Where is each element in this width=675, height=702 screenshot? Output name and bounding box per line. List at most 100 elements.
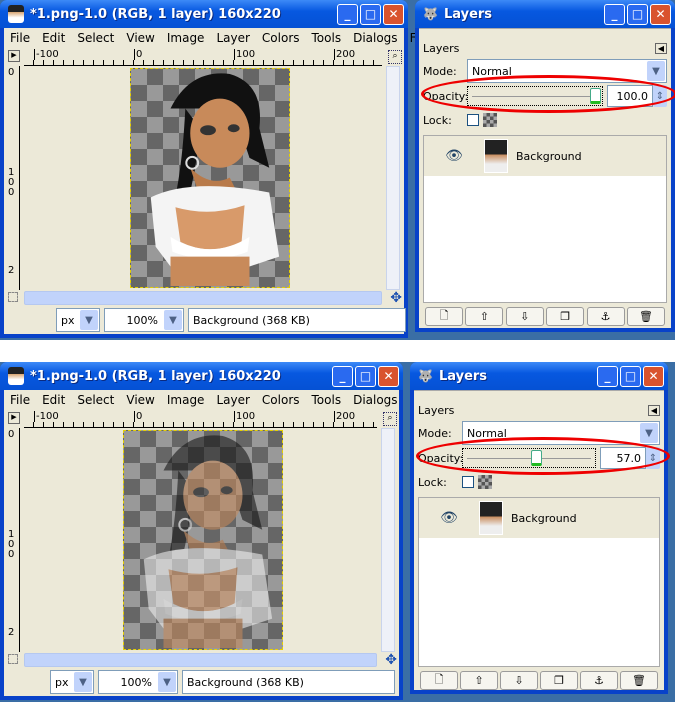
mode-select[interactable]: Normal ▼ (467, 59, 667, 83)
maximize-button[interactable]: □ (627, 3, 648, 25)
menu-dialogs[interactable]: Dialogs (347, 393, 403, 407)
new-layer-button[interactable]: 🗋 (425, 307, 463, 326)
unit-value: px (61, 313, 75, 327)
layer-row[interactable]: 👁 Background (419, 498, 659, 538)
menu-view[interactable]: View (120, 393, 160, 407)
lock-label: Lock: (418, 475, 447, 489)
opacity-input[interactable]: 57.0 (600, 447, 646, 469)
lower-layer-button[interactable]: ⇩ (505, 307, 544, 326)
navigate-icon[interactable]: ✥ (390, 290, 402, 306)
delete-button[interactable]: 🗑 (626, 307, 665, 326)
duplicate-layer-button[interactable]: ❐ (546, 307, 585, 326)
horizontal-scrollbar[interactable] (24, 291, 382, 305)
menu-select[interactable]: Select (71, 393, 120, 407)
zoom-to-fit-icon[interactable]: ⌕ (383, 412, 397, 426)
raise-layer-button[interactable]: ⇧ (460, 671, 498, 690)
menu-edit[interactable]: Edit (36, 393, 71, 407)
delete-button[interactable]: 🗑 (620, 671, 658, 690)
menu-image[interactable]: Image (161, 393, 211, 407)
zoom-value: 100% (120, 675, 152, 689)
duplicate-layer-button[interactable]: ❐ (540, 671, 578, 690)
opacity-slider[interactable] (467, 86, 603, 106)
minimize-button[interactable]: _ (604, 3, 625, 25)
menu-dialogs[interactable]: Dialogs (347, 31, 403, 45)
menu-view[interactable]: View (120, 31, 160, 45)
spin-arrows-icon[interactable]: ⇕ (646, 447, 660, 469)
menu-edit[interactable]: Edit (36, 31, 71, 45)
menu-layer[interactable]: Layer (210, 393, 255, 407)
maximize-button[interactable]: □ (360, 3, 381, 25)
menu-colors[interactable]: Colors (256, 393, 306, 407)
close-button[interactable]: ✕ (650, 3, 671, 25)
raise-layer-icon: ⇧ (474, 674, 484, 687)
mode-label: Mode: (423, 64, 457, 78)
gimp-logo-icon: 🐺 (423, 7, 438, 21)
lock-alpha-icon[interactable] (483, 113, 497, 127)
menu-file[interactable]: File (4, 31, 36, 45)
unit-select[interactable]: px ▼ (56, 308, 100, 332)
image-canvas[interactable] (22, 428, 381, 652)
panel-menu-icon[interactable]: ◀ (654, 42, 667, 54)
opacity-slider[interactable] (462, 448, 596, 468)
lock-pixels-checkbox[interactable] (467, 114, 479, 126)
vertical-scrollbar[interactable] (386, 66, 400, 290)
eye-icon[interactable]: 👁 (424, 148, 484, 164)
quickmask-toggle-icon[interactable]: ▶ (8, 50, 20, 62)
minimize-button[interactable]: _ (337, 3, 358, 25)
opacity-slider-handle[interactable] (531, 450, 543, 466)
quickmask-toggle-icon[interactable]: ▶ (8, 412, 20, 424)
status-bar: px ▼ 100% ▼ Background (368 KB) (50, 670, 395, 694)
image-title-bar[interactable]: *1.png-1.0 (RGB, 1 layer) 160x220 _ □ ✕ (0, 362, 403, 390)
menu-layer[interactable]: Layer (210, 31, 255, 45)
lock-label: Lock: (423, 113, 452, 127)
unit-select[interactable]: px ▼ (50, 670, 94, 694)
vruler-label: 2 (8, 627, 15, 638)
image-title-bar[interactable]: *1.png-1.0 (RGB, 1 layer) 160x220 _ □ ✕ (0, 0, 408, 28)
close-button[interactable]: ✕ (378, 365, 399, 387)
menu-colors[interactable]: Colors (256, 31, 306, 45)
layer-row[interactable]: 👁 Background (424, 136, 666, 176)
opacity-input[interactable]: 100.0 (607, 85, 653, 107)
anchor-button[interactable]: ⚓ (580, 671, 618, 690)
zoom-select[interactable]: 100% ▼ (98, 670, 178, 694)
eye-icon[interactable]: 👁 (419, 510, 479, 526)
panel-menu-icon[interactable]: ◀ (647, 404, 660, 416)
menu-image[interactable]: Image (161, 31, 211, 45)
menu-select[interactable]: Select (71, 31, 120, 45)
status-bar: px ▼ 100% ▼ Background (368 KB) (56, 308, 406, 332)
unit-value: px (55, 675, 69, 689)
delete-icon: 🗑 (638, 310, 653, 323)
image-layer (130, 68, 290, 288)
opacity-slider-handle[interactable] (590, 88, 601, 104)
maximize-button[interactable]: □ (620, 365, 641, 387)
menu-tools[interactable]: Tools (306, 393, 348, 407)
close-button[interactable]: ✕ (643, 365, 664, 387)
zoom-to-fit-icon[interactable]: ⌕ (388, 50, 402, 64)
chevron-down-icon: ▼ (640, 423, 658, 443)
maximize-button[interactable]: □ (355, 365, 376, 387)
lower-layer-button[interactable]: ⇩ (500, 671, 538, 690)
navigate-icon[interactable]: ✥ (385, 652, 397, 668)
layers-title-bar[interactable]: 🐺 Layers _ □ ✕ (410, 362, 668, 390)
spin-arrows-icon[interactable]: ⇕ (653, 85, 667, 107)
menu-file[interactable]: File (4, 393, 36, 407)
lock-pixels-checkbox[interactable] (462, 476, 474, 488)
opacity-label: Opacity: (418, 451, 464, 465)
anchor-button[interactable]: ⚓ (586, 307, 625, 326)
vertical-scrollbar[interactable] (381, 428, 395, 652)
minimize-button[interactable]: _ (332, 365, 353, 387)
window-title: *1.png-1.0 (RGB, 1 layer) 160x220 (30, 368, 281, 384)
close-button[interactable]: ✕ (383, 3, 404, 25)
new-layer-button[interactable]: 🗋 (420, 671, 458, 690)
anchor-icon: ⚓ (600, 310, 611, 323)
raise-layer-button[interactable]: ⇧ (465, 307, 504, 326)
status-text: Background (368 KB) (188, 308, 406, 332)
layers-title-bar[interactable]: 🐺 Layers _ □ ✕ (415, 0, 675, 28)
horizontal-scrollbar[interactable] (24, 653, 377, 667)
menu-tools[interactable]: Tools (306, 31, 348, 45)
minimize-button[interactable]: _ (597, 365, 618, 387)
zoom-select[interactable]: 100% ▼ (104, 308, 184, 332)
lock-alpha-icon[interactable] (478, 475, 492, 489)
mode-select[interactable]: Normal ▼ (462, 421, 660, 445)
image-canvas[interactable] (22, 66, 386, 290)
